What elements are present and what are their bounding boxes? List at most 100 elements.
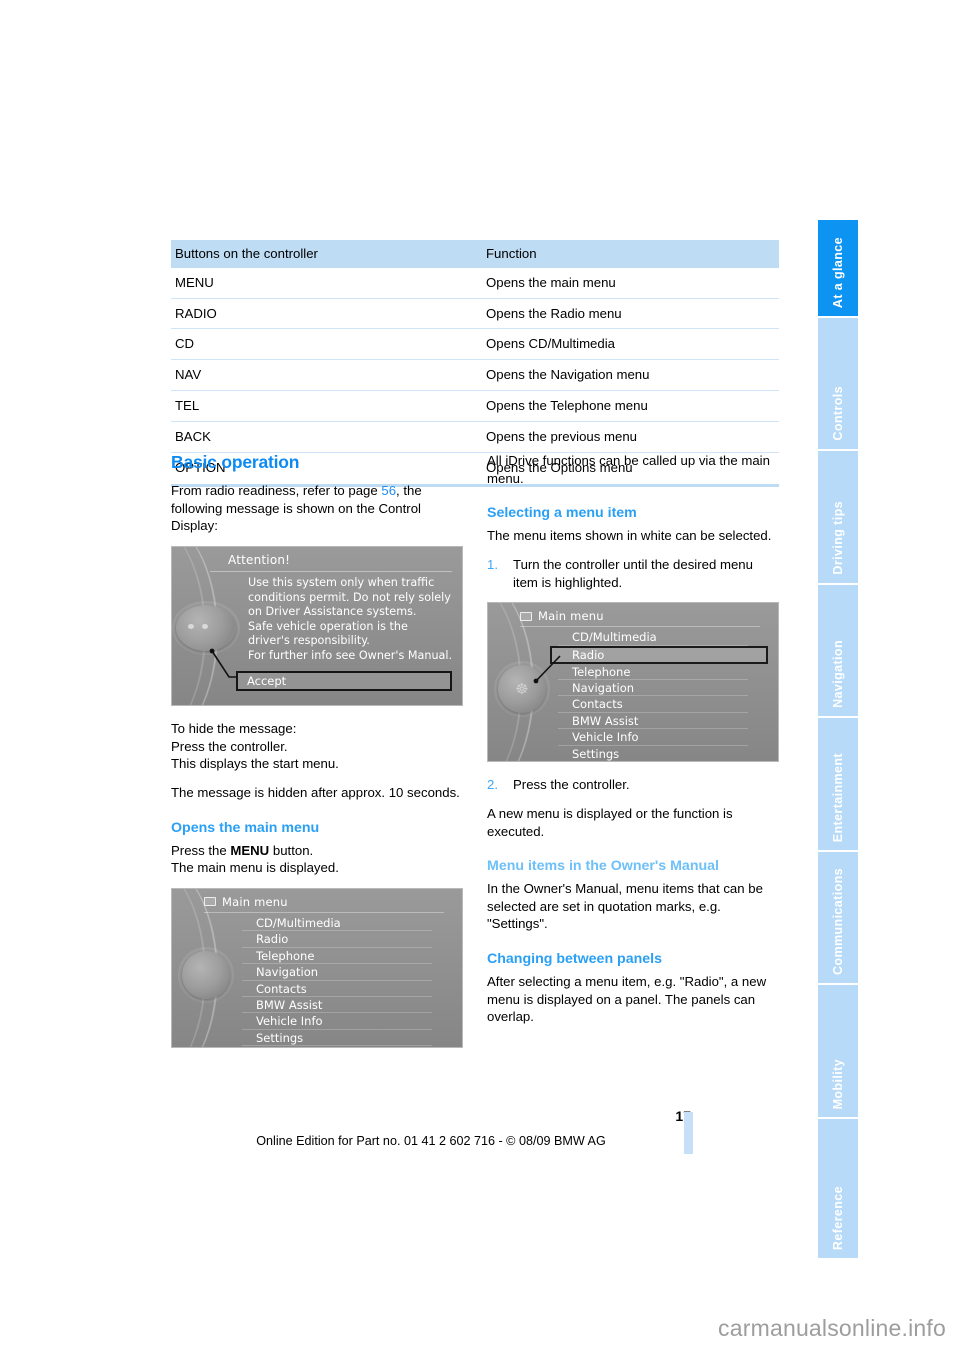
intro-text-before: From radio readiness, refer to page [171,483,382,498]
table-cell-button: BACK [171,421,482,453]
menu-item-navigation[interactable]: Navigation [242,964,432,981]
sidebar-tab-label: Navigation [831,640,845,708]
sidebar-tab-reference[interactable]: Reference [818,1119,858,1258]
main-menu-selected-screenshot: ☸ Main menu CD/Multimedia Radio Telephone N… [487,602,779,763]
step-item-1: 1. Turn the controller until the desired … [487,556,779,591]
sidebar-tab-driving-tips[interactable]: Driving tips [818,451,858,585]
table-cell-function: Opens the Navigation menu [482,359,779,392]
screenshot-menu-list: CD/Multimedia Radio Telephone Navigation Con… [550,629,768,762]
hidden-after-note: The message is hidden after approx. 10 s… [171,785,460,801]
table-cell-button: RADIO [171,298,482,330]
menu-item-vehicle-info[interactable]: Vehicle Info [242,1013,432,1030]
table-header: Buttons on the controller Function [171,240,779,268]
intro-paragraph: From radio readiness, refer to page 56, … [171,482,463,535]
step-text-1: Turn the controller until the desired me… [513,556,753,590]
menu-item-vehicle-info[interactable]: Vehicle Info [558,729,748,746]
sidebar-tab-at-a-glance[interactable]: At a glance [818,220,858,318]
hide-line-1: To hide the message: [171,721,297,737]
section-title-basic-operation: Basic operation [171,452,300,472]
table-cell-button: TEL [171,390,482,422]
menu-item-navigation[interactable]: Navigation [558,680,748,697]
table-cell-button: NAV [171,359,482,392]
screenshot-header: Main menu [520,609,760,628]
table-row: BACK Opens the previous menu [171,421,779,453]
menu-item-bmw-assist[interactable]: BMW Assist [242,997,432,1014]
attention-divider [210,571,452,573]
screenshot-header-label: Main menu [222,894,288,909]
idrive-intro-paragraph: All iDrive functions can be called up vi… [487,453,770,486]
menu-item-telephone[interactable]: Telephone [558,664,748,680]
step-number-1: 1. [487,556,498,572]
site-watermark: carmanualsonline.info [718,1315,946,1341]
press-menu-instruction: Press the MENU button. The main menu is d… [171,842,463,877]
owners-manual-body: In the Owner's Manual, menu items that c… [487,881,763,932]
sidebar-tab-label: Reference [831,1185,845,1250]
right-column: All iDrive functions can be called up vi… [487,452,779,1062]
heading-menu-items-owners-manual: Menu items in the Owner's Manual [487,858,719,875]
table-cell-function: Opens CD/Multimedia [482,328,779,361]
menu-item-contacts[interactable]: Contacts [242,981,432,997]
page-content: Buttons on the controller Function MENU O… [171,240,779,487]
selecting-body-text: The menu items shown in white can be sel… [487,528,772,544]
steps-list-2: 2. Press the controller. [487,776,779,794]
edition-line: Online Edition for Part no. 01 41 2 602 … [256,1134,606,1148]
sidebar-tab-controls[interactable]: Controls [818,318,858,451]
menu-item-cd-multimedia[interactable]: CD/Multimedia [242,915,432,932]
table-row: NAV Opens the Navigation menu [171,359,779,392]
main-menu-displayed-text: The main menu is displayed. [171,860,339,876]
sidebar-tab-label: Communications [831,868,845,975]
table-row: RADIO Opens the Radio menu [171,298,779,330]
steps-list-1: 1. Turn the controller until the desired … [487,556,779,591]
left-column: Basic operation From radio readiness, re… [171,452,463,1062]
table-header-buttons: Buttons on the controller [171,240,482,268]
attention-body-text: Use this system only when traffic conditi… [248,576,454,663]
attention-body-line: driver's responsibility. [248,634,370,648]
menu-item-radio[interactable]: Radio [242,931,432,948]
panels-body: After selecting a menu item, e.g. "Radio… [487,973,767,1025]
attention-body-line: Safe vehicle operation is the [248,619,408,633]
page-reference-link[interactable]: 56 [381,483,396,498]
sidebar-tab-mobility[interactable]: Mobility [818,985,858,1119]
table-cell-button: MENU [171,267,482,299]
attention-message-screenshot: Attention! Use this system only when tra… [171,546,463,707]
page-edge-marker [684,1112,693,1154]
idrive-controller-knob-icon [176,605,236,652]
sidebar-tab-label: Entertainment [831,752,845,842]
body-columns: Basic operation From radio readiness, re… [171,452,779,1062]
screenshot-header: Main menu [204,895,444,913]
sidebar-tab-communications[interactable]: Communications [818,852,858,985]
table-row: CD Opens CD/Multimedia [171,328,779,361]
table-header-function: Function [482,240,779,268]
heading-opens-the-main-menu: Opens the main menu [171,819,320,836]
table-cell-function: Opens the Radio menu [482,298,779,330]
sidebar-tab-navigation[interactable]: Navigation [818,585,858,718]
menu-item-settings[interactable]: Settings [242,1030,432,1047]
menu-item-radio[interactable]: Radio [550,645,768,664]
table-cell-function: Opens the main menu [482,267,779,299]
hide-line-3: This displays the start menu. [171,756,339,772]
table-cell-button: CD [171,328,482,361]
idrive-controller-knob-icon [182,950,230,999]
attention-title: Attention! [228,553,291,568]
menu-item-contacts[interactable]: Contacts [558,696,748,713]
menu-item-telephone[interactable]: Telephone [242,948,432,965]
step2-result-text: A new menu is displayed or the function … [487,805,733,839]
menu-button-name: MENU [230,842,270,858]
table-cell-function: Opens the Telephone menu [482,390,779,422]
manual-page: At a glance Controls Driving tips Navigatio… [0,0,960,1358]
menu-item-bmw-assist[interactable]: BMW Assist [558,713,748,730]
table-cell-function: Opens the previous menu [482,421,779,453]
sidebar-tab-label: At a glance [831,236,845,308]
table-row: TEL Opens the Telephone menu [171,390,779,422]
section-tab-rail: At a glance Controls Driving tips Navigatio… [818,220,858,1258]
sidebar-tab-label: Driving tips [831,501,845,575]
hide-message-instructions: To hide the message: Press the controlle… [171,720,463,773]
menu-item-settings[interactable]: Settings [558,746,748,762]
screenshot-menu-list: CD/Multimedia Radio Telephone Navigation Con… [242,915,432,1047]
main-menu-icon [520,611,532,621]
accept-button[interactable]: Accept [236,671,452,692]
menu-item-cd-multimedia[interactable]: CD/Multimedia [558,629,748,646]
knob-dots-icon [188,624,212,632]
sidebar-tab-entertainment[interactable]: Entertainment [818,718,858,852]
screenshot-header-label: Main menu [538,609,604,624]
